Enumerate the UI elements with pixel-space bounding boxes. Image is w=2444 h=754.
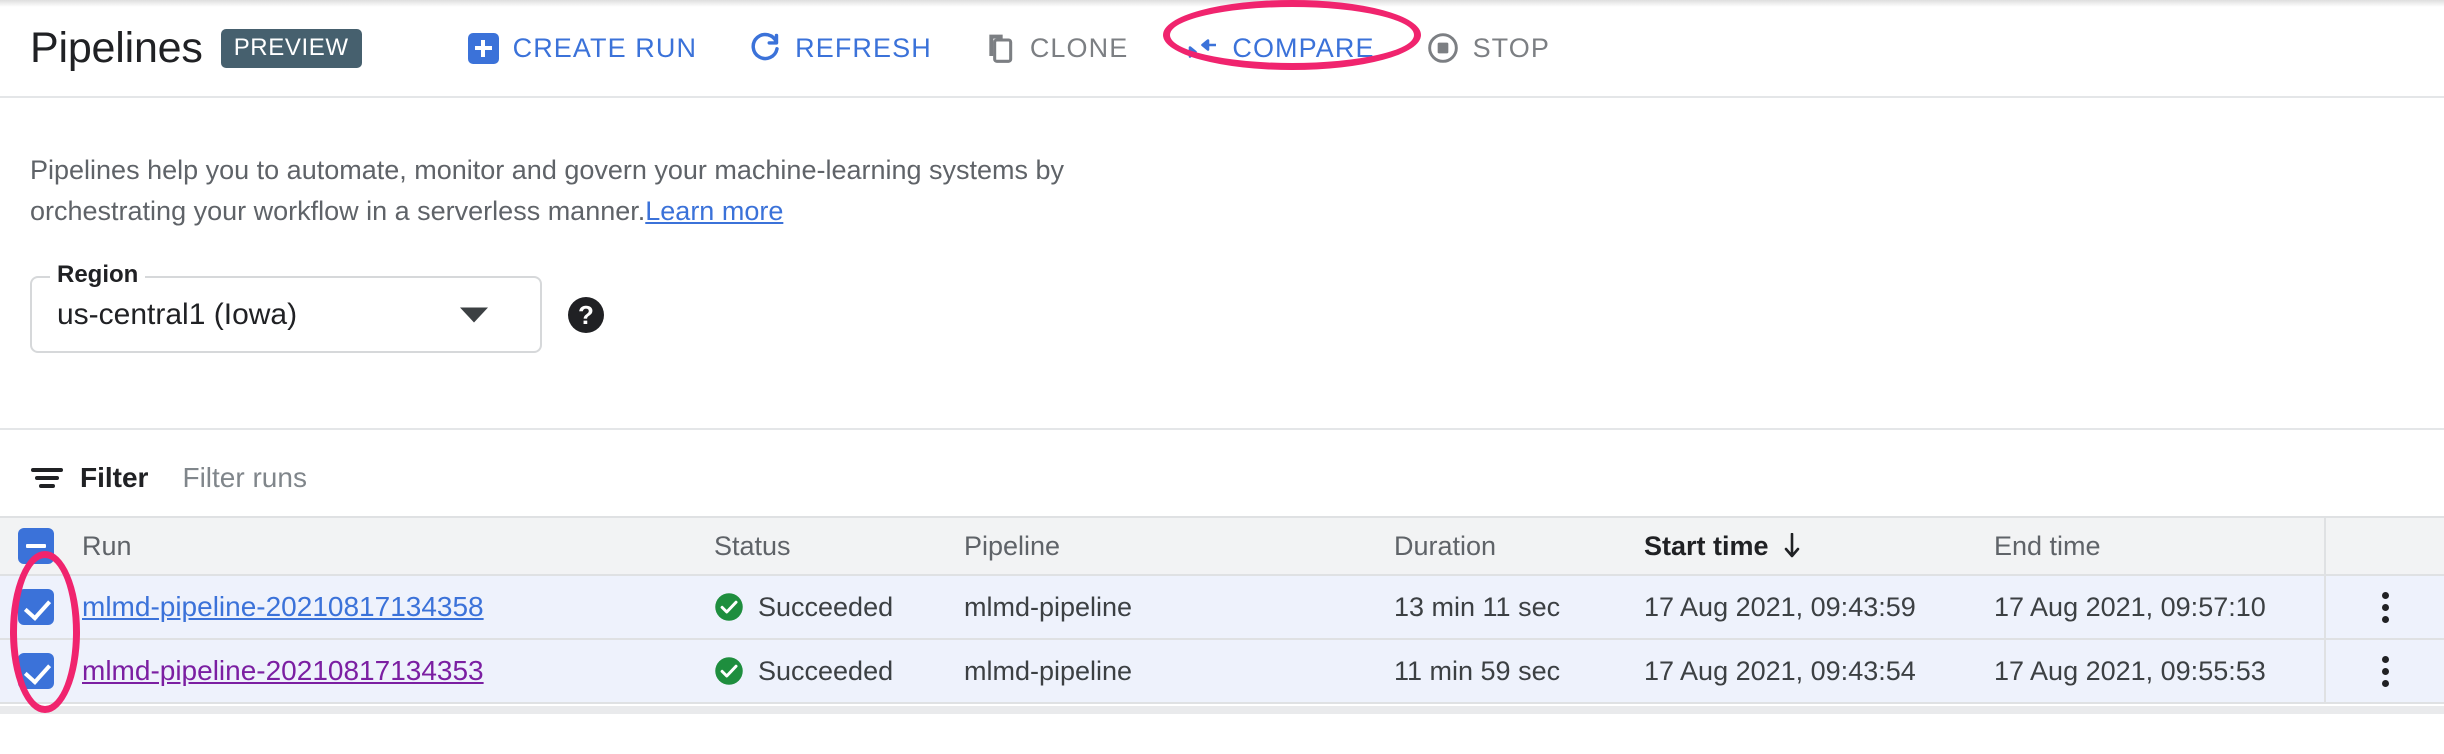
clone-label: CLONE <box>1030 35 1129 62</box>
compare-label: COMPARE <box>1232 35 1374 62</box>
refresh-icon <box>749 32 781 64</box>
start-time-value: 17 Aug 2021, 09:43:59 <box>1644 592 1916 622</box>
status-badge: Succeeded <box>714 592 964 623</box>
description-section: Pipelines help you to automate, monitor … <box>0 98 2444 232</box>
refresh-label: REFRESH <box>795 35 932 62</box>
help-icon[interactable]: ? <box>568 297 604 333</box>
region-selector-row: Region us-central1 (Iowa) ? <box>30 276 604 353</box>
region-label: Region <box>50 263 145 287</box>
more-vert-icon[interactable] <box>2376 650 2395 693</box>
create-run-label: CREATE RUN <box>513 35 698 62</box>
duration-value: 11 min 59 sec <box>1394 656 1560 686</box>
runs-table: Run Status Pipeline Duration Start time <box>0 516 2444 704</box>
stop-circle-icon <box>1427 32 1459 64</box>
preview-badge: PREVIEW <box>221 29 362 68</box>
status-text: Succeeded <box>758 656 893 687</box>
column-header-duration[interactable]: Duration <box>1394 531 1496 561</box>
region-select[interactable]: Region us-central1 (Iowa) <box>30 276 542 353</box>
region-value: us-central1 (Iowa) <box>57 298 297 332</box>
refresh-button[interactable]: REFRESH <box>723 24 958 72</box>
chevron-down-icon <box>460 307 488 322</box>
create-run-button[interactable]: CREATE RUN <box>442 25 724 72</box>
page-toolbar: Pipelines PREVIEW CREATE RUN REFRESH <box>0 0 2444 98</box>
select-all-cell <box>0 528 54 564</box>
compare-button[interactable]: COMPARE <box>1154 27 1400 70</box>
check-circle-icon <box>714 592 744 622</box>
start-time-value: 17 Aug 2021, 09:43:54 <box>1644 656 1916 686</box>
run-name-link[interactable]: mlmd-pipeline-20210817134358 <box>82 591 484 622</box>
table-footer-strip <box>0 706 2444 714</box>
row-select-cell <box>0 589 54 625</box>
column-header-end-time[interactable]: End time <box>1994 531 2101 561</box>
row-select-cell <box>0 653 54 689</box>
pipeline-name: mlmd-pipeline <box>964 592 1132 622</box>
stop-button[interactable]: STOP <box>1401 24 1576 72</box>
toolbar-actions: CREATE RUN REFRESH <box>442 24 1576 72</box>
status-badge: Succeeded <box>714 656 964 687</box>
duration-value: 13 min 11 sec <box>1394 592 1560 622</box>
table-row[interactable]: mlmd-pipeline-20210817134358 Succeeded m… <box>0 576 2444 640</box>
stop-label: STOP <box>1473 35 1550 62</box>
column-header-start-time-label: Start time <box>1644 531 1769 562</box>
more-vert-icon[interactable] <box>2376 586 2395 629</box>
filter-bar: Filter <box>30 440 1080 516</box>
filter-divider <box>0 428 2444 430</box>
column-header-run[interactable]: Run <box>82 531 132 561</box>
description-body: Pipelines help you to automate, monitor … <box>30 155 1064 226</box>
page-title: Pipelines <box>30 24 203 73</box>
row-checkbox[interactable] <box>18 589 54 625</box>
filter-icon[interactable] <box>30 465 64 491</box>
select-all-checkbox[interactable] <box>18 528 54 564</box>
end-time-value: 17 Aug 2021, 09:57:10 <box>1994 592 2266 622</box>
table-header-row: Run Status Pipeline Duration Start time <box>0 516 2444 576</box>
status-text: Succeeded <box>758 592 893 623</box>
column-header-actions <box>2324 518 2444 574</box>
column-header-pipeline[interactable]: Pipeline <box>964 531 1060 561</box>
run-name-link[interactable]: mlmd-pipeline-20210817134353 <box>82 655 484 686</box>
learn-more-link[interactable]: Learn more <box>645 196 783 226</box>
filter-input[interactable] <box>180 461 1080 495</box>
column-header-start-time[interactable]: Start time <box>1644 531 1994 562</box>
description-text: Pipelines help you to automate, monitor … <box>30 150 1130 232</box>
compare-arrows-icon <box>1180 35 1218 61</box>
sort-descending-arrow-icon <box>1783 533 1801 559</box>
plus-square-icon <box>468 33 499 64</box>
pipelines-page: Pipelines PREVIEW CREATE RUN REFRESH <box>0 0 2444 754</box>
filter-label: Filter <box>80 462 148 494</box>
clone-icon <box>984 32 1016 64</box>
pipeline-name: mlmd-pipeline <box>964 656 1132 686</box>
table-row[interactable]: mlmd-pipeline-20210817134353 Succeeded m… <box>0 640 2444 704</box>
clone-button[interactable]: CLONE <box>958 24 1155 72</box>
column-header-status[interactable]: Status <box>714 531 791 561</box>
check-circle-icon <box>714 656 744 686</box>
row-checkbox[interactable] <box>18 653 54 689</box>
end-time-value: 17 Aug 2021, 09:55:53 <box>1994 656 2266 686</box>
